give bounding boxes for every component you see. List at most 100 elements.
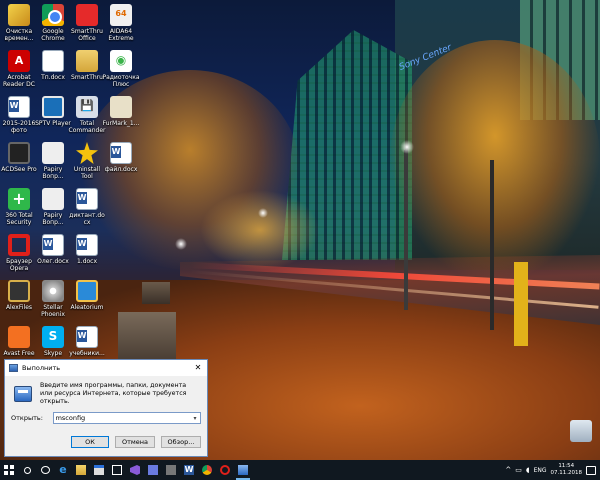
- edge-icon: e: [59, 463, 67, 476]
- desktop-icon-foto-docx[interactable]: 2015-2016 фото: [0, 94, 38, 140]
- desktop-icon-stellar[interactable]: Stellar Phoenix: [34, 278, 72, 324]
- word-doc-icon: [76, 188, 98, 210]
- run-open-row: Открыть: ▾: [5, 406, 207, 424]
- desktop[interactable]: Sony Center Очистка времен... Google Chr…: [0, 0, 600, 460]
- taskbar-store[interactable]: [90, 460, 108, 480]
- word-icon: W: [184, 465, 194, 475]
- run-title: Выполнить: [22, 364, 61, 372]
- volume-icon[interactable]: ◖: [526, 466, 530, 474]
- word-doc-icon: [110, 142, 132, 164]
- cleanup-icon: [8, 4, 30, 26]
- word-doc-icon: [76, 326, 98, 348]
- desktop-icon-smartthru-office[interactable]: SmartThru Office: [68, 2, 106, 48]
- network-icon[interactable]: ▭: [515, 466, 522, 474]
- word-doc-icon: [8, 96, 30, 118]
- desktop-icon-diktant-docx[interactable]: диктант.docx: [68, 186, 106, 232]
- clock[interactable]: 11:54 07.11.2018: [551, 463, 583, 477]
- smartthru-icon: [76, 4, 98, 26]
- taskbar-opera[interactable]: [216, 460, 234, 480]
- wallpaper-yellow-post: [514, 262, 528, 346]
- desktop-icon-opera[interactable]: Браузер Opera: [0, 232, 38, 278]
- start-button[interactable]: [0, 460, 18, 480]
- clock-time: 11:54: [558, 463, 575, 469]
- aida64-icon: [110, 4, 132, 26]
- total-commander-icon: [76, 96, 98, 118]
- desktop-icon-oleg-docx[interactable]: Олег.docx: [34, 232, 72, 278]
- taskbar: e W ^ ▭ ◖ ENG 11:54 07.11.2018: [0, 460, 600, 480]
- taskbar-visual-studio[interactable]: [126, 460, 144, 480]
- desktop-icon-fail-docx[interactable]: файл.docx: [102, 140, 140, 186]
- wallpaper-lamp: [400, 140, 414, 154]
- desktop-icon-radio[interactable]: Радиоточка Плюс: [102, 48, 140, 94]
- taskbar-chrome[interactable]: [198, 460, 216, 480]
- acdsee-icon: [8, 142, 30, 164]
- mail-icon: [112, 465, 122, 475]
- taskbar-save[interactable]: [144, 460, 162, 480]
- desktop-icon-papiry-1[interactable]: Papiry Вопр...: [34, 140, 72, 186]
- run-dialog[interactable]: Выполнить ✕ Введите имя программы, папки…: [4, 359, 208, 457]
- desktop-icon-smartthru[interactable]: SmartThru: [68, 48, 106, 94]
- opera-icon: [220, 465, 230, 475]
- desktop-icon-recycle-bin[interactable]: [562, 418, 600, 460]
- disc-icon: [42, 280, 64, 302]
- close-button[interactable]: ✕: [189, 360, 207, 376]
- browse-button[interactable]: Обзор...: [161, 436, 201, 448]
- wallpaper-bench: [118, 312, 176, 360]
- desktop-icon-cleanup[interactable]: Очистка времен...: [0, 2, 38, 48]
- desktop-icon-chrome[interactable]: Google Chrome: [34, 2, 72, 48]
- desktop-icon-tp-docx[interactable]: Тп.docx: [34, 48, 72, 94]
- word-doc-icon: [42, 234, 64, 256]
- notification-icon[interactable]: [586, 465, 596, 475]
- language-indicator[interactable]: ENG: [534, 467, 547, 474]
- wallpaper-pole: [404, 150, 408, 310]
- search-button[interactable]: [18, 460, 36, 480]
- open-label: Открыть:: [11, 414, 43, 422]
- desktop-icon-total-commander[interactable]: Total Commander: [68, 94, 106, 140]
- system-tray: ^ ▭ ◖ ENG 11:54 07.11.2018: [505, 460, 600, 480]
- avast-icon: [8, 326, 30, 348]
- taskbar-run[interactable]: [234, 460, 252, 480]
- desktop-icon-papiry-2[interactable]: Papiry Вопр...: [34, 186, 72, 232]
- taskbar-calculator[interactable]: [162, 460, 180, 480]
- chrome-icon: [202, 465, 212, 475]
- wallpaper-pole: [490, 160, 494, 330]
- run-description: Введите имя программы, папки, документа …: [40, 382, 187, 405]
- open-combobox[interactable]: ▾: [52, 412, 201, 424]
- uninstall-tool-icon: [76, 142, 98, 164]
- desktop-icon-furmark[interactable]: FurMark_1...: [102, 94, 140, 140]
- task-view-button[interactable]: [36, 460, 54, 480]
- desktop-icon-sptv-player[interactable]: SPTV Player: [34, 94, 72, 140]
- word-doc-icon: [42, 50, 64, 72]
- desktop-icon-1-docx[interactable]: 1.docx: [68, 232, 106, 278]
- chevron-up-icon[interactable]: ^: [505, 466, 511, 474]
- search-icon: [23, 466, 31, 474]
- acrobat-icon: [8, 50, 30, 72]
- ok-button[interactable]: ОК: [71, 436, 109, 448]
- open-input[interactable]: [53, 413, 190, 423]
- desktop-icon-acdsee[interactable]: ACDSee Pro: [0, 140, 38, 186]
- store-icon: [94, 465, 104, 475]
- chevron-down-icon[interactable]: ▾: [190, 415, 200, 422]
- run-body: Введите имя программы, папки, документа …: [5, 376, 207, 406]
- run-icon: [9, 364, 18, 372]
- taskbar-edge[interactable]: e: [54, 460, 72, 480]
- wallpaper-tree: [390, 40, 600, 280]
- desktop-icon-aida64[interactable]: AIDA64 Extreme: [102, 2, 140, 48]
- taskbar-explorer[interactable]: [72, 460, 90, 480]
- desktop-icon-360-security[interactable]: 360 Total Security: [0, 186, 38, 232]
- desktop-icon-uninstall-tool[interactable]: Uninstall Tool: [68, 140, 106, 186]
- skype-icon: [42, 326, 64, 348]
- taskbar-word[interactable]: W: [180, 460, 198, 480]
- save-icon: [148, 465, 158, 475]
- cancel-button[interactable]: Отмена: [115, 436, 155, 448]
- aleatorium-icon: [76, 280, 98, 302]
- desktop-icon-acrobat[interactable]: Acrobat Reader DC: [0, 48, 38, 94]
- run-titlebar[interactable]: Выполнить ✕: [5, 360, 207, 376]
- wallpaper-lamp: [258, 208, 268, 218]
- desktop-icon-alexfiles[interactable]: AlexFiles: [0, 278, 38, 324]
- run-icon: [238, 465, 248, 475]
- desktop-icon-aleatorium[interactable]: Aleatorium: [68, 278, 106, 324]
- folder-icon: [76, 465, 86, 475]
- taskbar-mail[interactable]: [108, 460, 126, 480]
- smartthru-icon: [76, 50, 98, 72]
